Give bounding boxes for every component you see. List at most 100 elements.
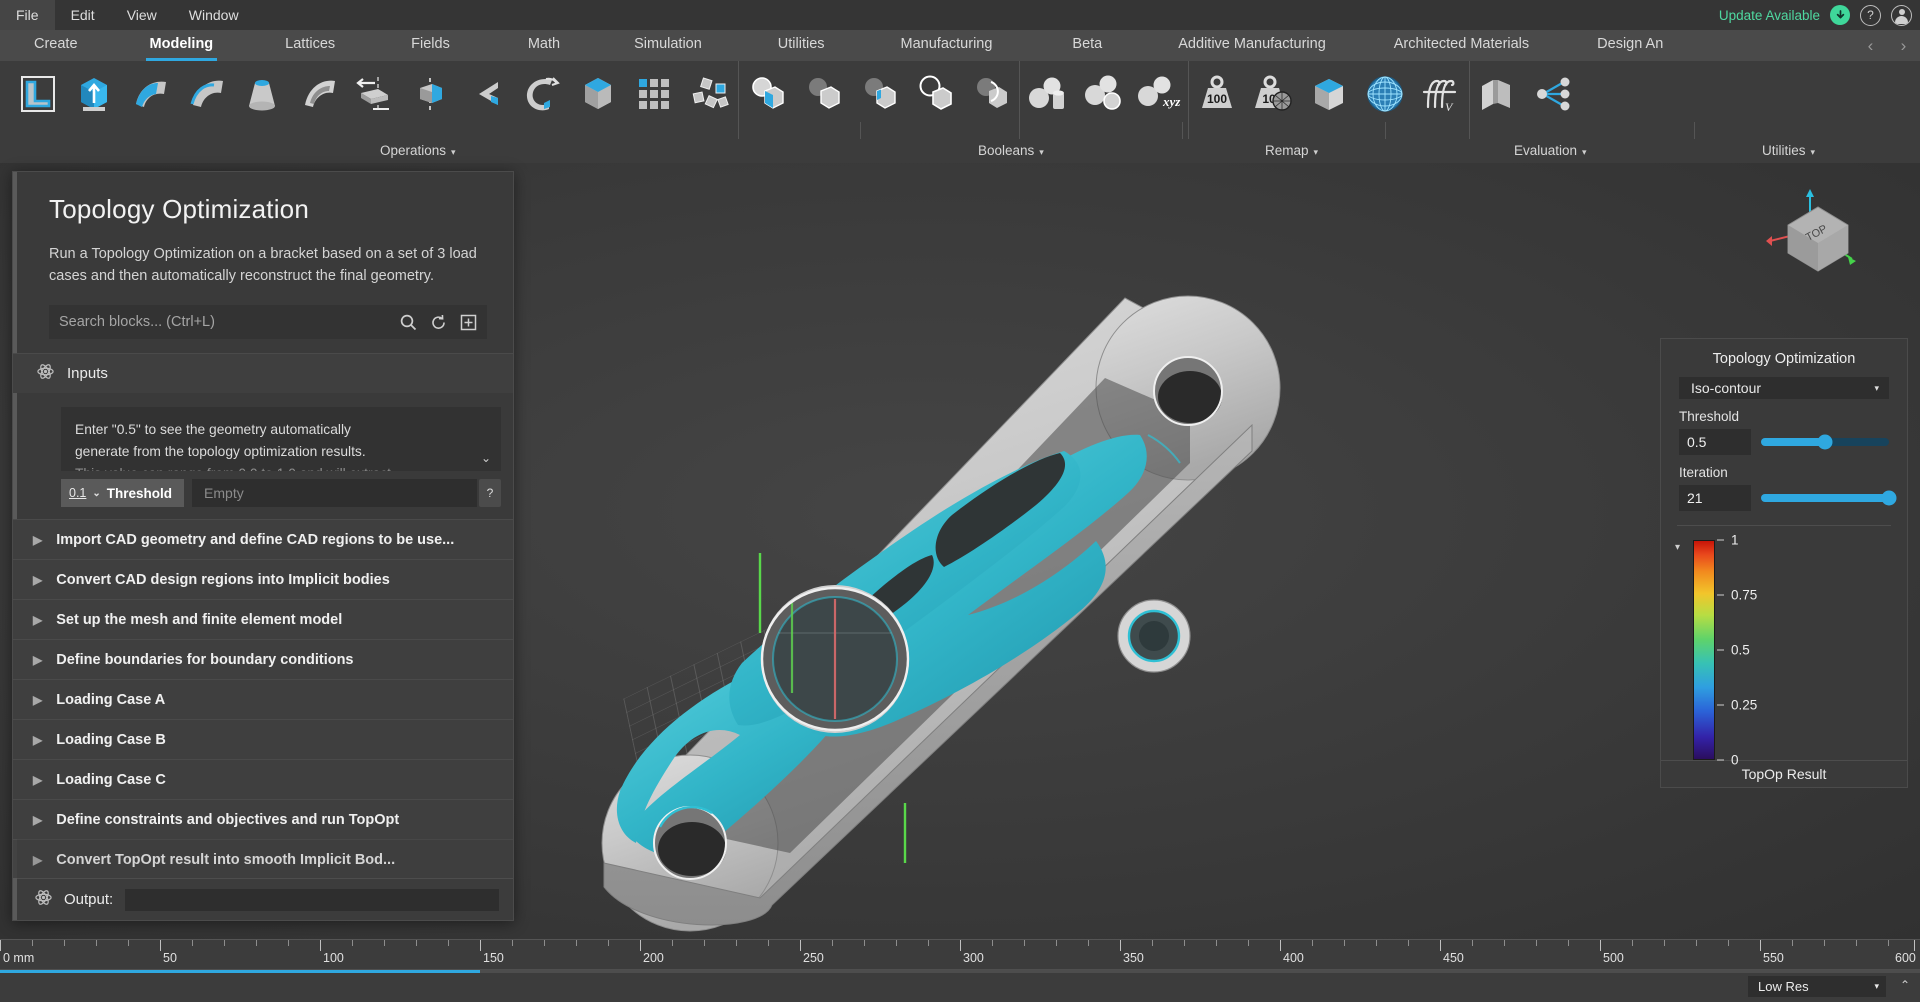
workflow-step-loading-case-c[interactable]: ▶ Loading Case C [13,759,513,799]
tab-manufacturing[interactable]: Manufacturing [891,30,1003,61]
refresh-icon[interactable] [427,311,449,333]
l-profile-icon[interactable] [10,61,66,127]
remap-cylinder-icon[interactable] [1020,61,1076,127]
pattern-scatter-icon[interactable] [682,61,738,127]
tab-scroll-prev-icon[interactable]: ‹ [1868,36,1874,56]
boolean-subtract-icon[interactable] [795,61,851,127]
triangle-right-icon[interactable]: ▶ [33,533,42,547]
iteration-slider[interactable] [1761,494,1889,502]
chevron-down-icon[interactable]: ▾ [1039,147,1044,157]
tab-scroll-next-icon[interactable]: › [1901,36,1907,56]
taper-cone-icon[interactable] [234,61,290,127]
boolean-union-icon[interactable] [739,61,795,127]
workflow-step-loading-case-b[interactable]: ▶ Loading Case B [13,719,513,759]
threshold-step-value[interactable]: 0.1 [69,486,86,500]
tab-design-analysis[interactable]: Design An [1587,30,1673,61]
bounding-box-icon[interactable] [1301,61,1357,127]
tab-additive-manufacturing[interactable]: Additive Manufacturing [1168,30,1336,61]
weight-mesh-icon[interactable]: 10 [1245,61,1301,127]
ribbon-label-evaluation[interactable]: Evaluation▾ [1514,143,1587,158]
tab-modeling[interactable]: Modeling [140,30,224,61]
tab-utilities[interactable]: Utilities [768,30,835,61]
question-mark-icon[interactable]: ? [1860,5,1881,26]
menu-item-window[interactable]: Window [173,0,255,30]
threshold-label-block[interactable]: 0.1 ⌄ Threshold [61,479,184,507]
user-avatar-icon[interactable] [1891,5,1912,26]
tab-architected-materials[interactable]: Architected Materials [1384,30,1539,61]
chevron-down-icon[interactable]: ⌄ [481,451,491,465]
ribbon-label-remap[interactable]: Remap▾ [1265,143,1318,158]
workflow-step-define-constraints[interactable]: ▶ Define constraints and objectives and … [13,799,513,839]
remap-xyz-icon[interactable]: xyz [1132,61,1188,127]
weight-100-icon[interactable]: 100 [1189,61,1245,127]
triangle-right-icon[interactable]: ▶ [33,653,42,667]
ribbon-label-booleans[interactable]: Booleans▾ [978,143,1044,158]
workflow-step-loading-case-a[interactable]: ▶ Loading Case A [13,679,513,719]
chamfer-icon[interactable] [458,61,514,127]
chevron-down-icon[interactable]: ▾ [1874,383,1879,394]
workflow-steps-list[interactable]: Inputs Enter "0.5" to see the geometry a… [13,353,513,878]
tab-lattices[interactable]: Lattices [275,30,345,61]
section-header-inputs[interactable]: Inputs [13,353,513,393]
chevron-down-icon[interactable]: ▾ [1811,147,1816,157]
shell-blue-band-icon[interactable] [178,61,234,127]
threshold-parameter-row[interactable]: 0.1 ⌄ Threshold Empty ? [61,479,501,507]
pattern-grid-icon[interactable] [626,61,682,127]
triangle-right-icon[interactable]: ▶ [33,853,42,867]
menu-item-file[interactable]: File [0,0,55,30]
triangle-right-icon[interactable]: ▶ [33,773,42,787]
workflow-step-setup-mesh[interactable]: ▶ Set up the mesh and finite element mod… [13,599,513,639]
mesh-sphere-icon[interactable] [1357,61,1413,127]
chevron-down-icon[interactable]: ▾ [1675,540,1693,760]
triangle-right-icon[interactable]: ▶ [33,693,42,707]
triangle-right-icon[interactable]: ▶ [33,733,42,747]
chevron-down-icon[interactable]: ▾ [1314,147,1319,157]
add-block-icon[interactable] [457,311,479,333]
extrude-icon[interactable] [66,61,122,127]
search-blocks-field[interactable] [49,305,487,339]
cube-icon[interactable] [570,61,626,127]
menu-item-edit[interactable]: Edit [55,0,111,30]
boolean-split-icon[interactable] [907,61,963,127]
thicken-shell-icon[interactable] [290,61,346,127]
threshold-value-input[interactable]: Empty [192,479,477,507]
tab-math[interactable]: Math [518,30,570,61]
triangle-right-icon[interactable]: ▶ [33,613,42,627]
boolean-trim-icon[interactable] [963,61,1019,127]
ribbon-label-utilities[interactable]: Utilities▾ [1762,143,1815,158]
tab-beta[interactable]: Beta [1062,30,1112,61]
chevron-down-icon[interactable]: ▾ [451,147,456,157]
tab-simulation[interactable]: Simulation [624,30,712,61]
download-arrow-icon[interactable] [1830,5,1850,25]
fillet-rotate-icon[interactable] [514,61,570,127]
menu-item-view[interactable]: View [111,0,173,30]
triangle-right-icon[interactable]: ▶ [33,573,42,587]
chevron-down-icon[interactable]: ⌄ [92,488,100,499]
split-body-icon[interactable] [1470,61,1526,127]
chevron-down-icon[interactable]: ▾ [1874,981,1879,992]
view-nav-cube[interactable]: TOP [1752,181,1872,291]
update-available-label[interactable]: Update Available [1719,8,1820,23]
chevron-down-icon[interactable]: ▾ [1582,147,1587,157]
search-input[interactable] [59,314,389,330]
tab-fields[interactable]: Fields [401,30,460,61]
tab-create[interactable]: Create [24,30,88,61]
workflow-step-import-cad[interactable]: ▶ Import CAD geometry and define CAD reg… [13,519,513,559]
triangle-right-icon[interactable]: ▶ [33,813,42,827]
display-mode-select[interactable]: Iso-contour ▾ [1679,377,1889,399]
workflow-step-define-boundaries[interactable]: ▶ Define boundaries for boundary conditi… [13,639,513,679]
search-icon[interactable] [397,311,419,333]
threshold-number-input[interactable]: 0.5 [1679,429,1751,455]
remap-sphere-icon[interactable] [1076,61,1132,127]
resolution-select[interactable]: Low Res ▾ [1748,976,1886,997]
iteration-number-input[interactable]: 21 [1679,485,1751,511]
offset-arrow-icon[interactable] [346,61,402,127]
question-mark-icon[interactable]: ? [479,479,501,507]
node-graph-icon[interactable] [1526,61,1582,127]
output-value-field[interactable] [125,889,499,911]
expand-panel-icon[interactable]: ⌃ [1900,978,1910,992]
workflow-step-convert-topopt[interactable]: ▶ Convert TopOpt result into smooth Impl… [13,839,513,878]
field-integral-icon[interactable]: V [1413,61,1469,127]
workflow-step-convert-cad[interactable]: ▶ Convert CAD design regions into Implic… [13,559,513,599]
revolve-icon[interactable] [402,61,458,127]
